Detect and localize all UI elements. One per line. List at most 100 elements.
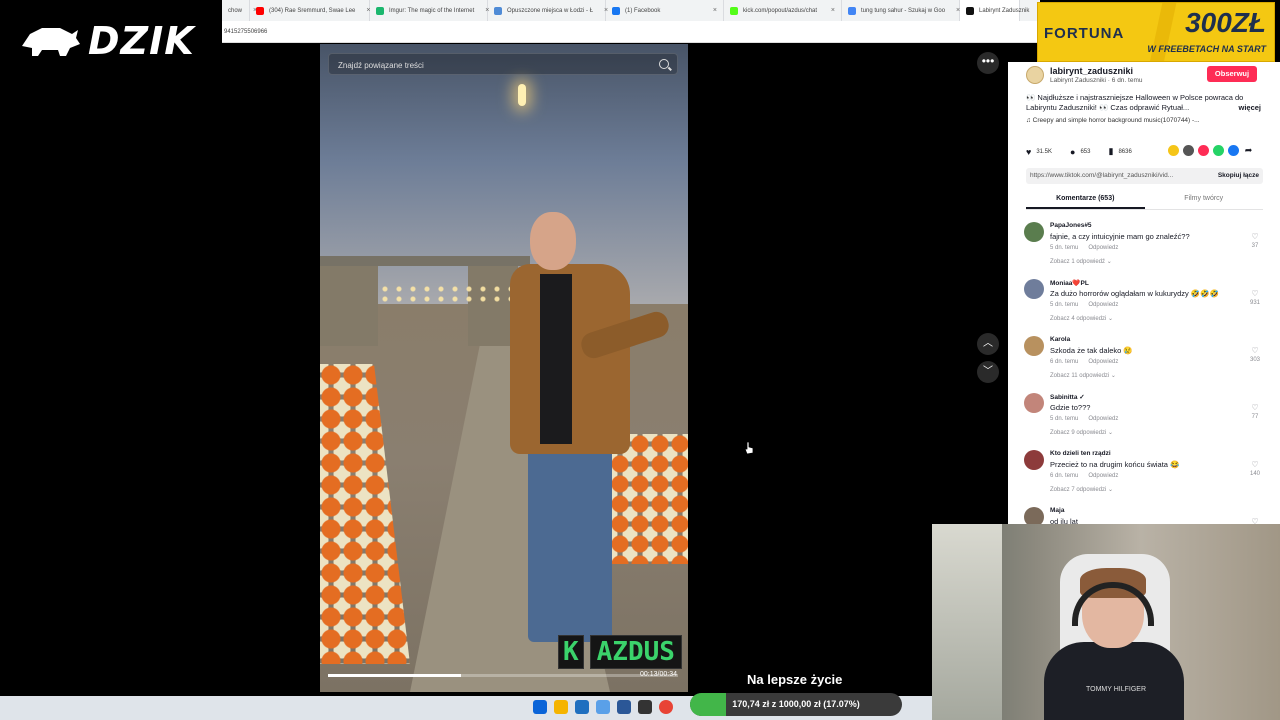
fortuna-ad-banner[interactable]: FORTUNA 300ZŁ W FREEBETACH NA START bbox=[1037, 2, 1275, 62]
comment-author[interactable]: Sabinitta ✓ bbox=[1050, 393, 1085, 401]
search-icon[interactable] bbox=[659, 59, 669, 69]
author-username[interactable]: labirynt_zaduszniki bbox=[1050, 66, 1143, 76]
comment-avatar[interactable] bbox=[1024, 336, 1044, 356]
comments-stat[interactable]: ● 653 bbox=[1070, 147, 1090, 157]
reply-button[interactable]: Odpowiedz bbox=[1088, 416, 1118, 422]
view-replies-link[interactable]: Zobacz 9 odpowiedzi ⌄ bbox=[1050, 429, 1113, 436]
comment-text: Przecież to na drugim końcu świata 😂 bbox=[1050, 460, 1180, 469]
tab-close-icon[interactable]: × bbox=[707, 7, 717, 14]
tab-creator-videos[interactable]: Filmy twórcy bbox=[1145, 192, 1264, 209]
video-progress-bar[interactable] bbox=[328, 674, 678, 677]
view-replies-link[interactable]: Zobacz 11 odpowiedzi ⌄ bbox=[1050, 372, 1116, 379]
reply-button[interactable]: Odpowiedz bbox=[1088, 473, 1118, 479]
share-arrow-icon[interactable]: ➦ bbox=[1243, 145, 1254, 156]
browser-tab[interactable]: tung tung sahur - Szukaj w Goo × bbox=[842, 0, 960, 21]
tab-comments[interactable]: Komentarze (653) bbox=[1026, 192, 1145, 209]
comment-avatar[interactable] bbox=[1024, 450, 1044, 470]
comment-author[interactable]: Moniaa❤️PL bbox=[1050, 279, 1089, 287]
tab-favicon-icon bbox=[376, 6, 384, 15]
browser-tab[interactable]: Opuszczone miejsca w Łodzi - Ł × bbox=[488, 0, 608, 21]
next-video-button[interactable]: ﹀ bbox=[977, 361, 999, 383]
facebook-share-icon[interactable] bbox=[1228, 145, 1239, 156]
view-replies-link[interactable]: Zobacz 7 odpowiedzi ⌄ bbox=[1050, 486, 1113, 493]
reply-button[interactable]: Odpowiedz bbox=[1088, 302, 1118, 308]
outlook-icon[interactable] bbox=[575, 700, 589, 714]
address-bar[interactable]: 9415275506966 bbox=[222, 21, 1040, 43]
comment-like-heart-icon[interactable]: ♡ bbox=[1248, 517, 1262, 524]
comment-author[interactable]: Karola bbox=[1050, 336, 1070, 343]
file-explorer-icon[interactable] bbox=[554, 700, 568, 714]
send-share-icon[interactable] bbox=[1198, 145, 1209, 156]
app-icon-2[interactable] bbox=[617, 700, 631, 714]
browser-tab[interactable]: (304) Rae Sremmurd, Swae Lee × bbox=[250, 0, 370, 21]
comment-like-heart-icon[interactable]: ♡ bbox=[1248, 289, 1262, 298]
view-replies-link[interactable]: Zobacz 4 odpowiedzi ⌄ bbox=[1050, 315, 1113, 322]
reply-button[interactable]: Odpowiedz bbox=[1088, 359, 1118, 365]
channel-name: AZDUS bbox=[589, 635, 682, 669]
comment-like-heart-icon[interactable]: ♡ bbox=[1248, 232, 1262, 241]
previous-video-button[interactable]: ︿ bbox=[977, 333, 999, 355]
comment-icon: ● bbox=[1070, 146, 1076, 157]
likes-stat[interactable]: ♥ 31.5K bbox=[1026, 147, 1052, 157]
gate-post-left bbox=[320, 256, 378, 346]
embed-share-icon[interactable] bbox=[1183, 145, 1194, 156]
comment-item: Moniaa❤️PL Za dużo horrorów oglądałam w k… bbox=[1024, 279, 1264, 336]
video-player[interactable] bbox=[320, 44, 688, 692]
browser-tab[interactable]: (1) Facebook × bbox=[606, 0, 724, 21]
author-block[interactable]: labirynt_zaduszniki Labirynt Zaduszniki … bbox=[1026, 66, 1143, 84]
view-replies-link[interactable]: Zobacz 1 odpowiedź ⌄ bbox=[1050, 258, 1112, 265]
comment-text: Szkoda że tak daleko 😢 bbox=[1050, 346, 1133, 355]
comment-avatar[interactable] bbox=[1024, 222, 1044, 242]
comment-meta: 5 dn. temu Odpowiedz bbox=[1050, 416, 1118, 422]
tab-close-icon[interactable]: × bbox=[360, 7, 370, 14]
follow-button[interactable]: Obserwuj bbox=[1207, 66, 1257, 82]
saves-stat[interactable]: ▮ 8636 bbox=[1108, 146, 1131, 157]
comment-meta: 6 dn. temu Odpowiedz bbox=[1050, 359, 1118, 365]
comment-author[interactable]: Maja bbox=[1050, 507, 1064, 514]
copy-link-box: https://www.tiktok.com/@labirynt_zaduszn… bbox=[1026, 168, 1263, 184]
tab-favicon-icon bbox=[848, 6, 856, 15]
comment-like-count: 303 bbox=[1249, 357, 1260, 363]
reply-button[interactable]: Odpowiedz bbox=[1088, 245, 1118, 251]
tab-label: (1) Facebook bbox=[625, 7, 661, 14]
comment-avatar[interactable] bbox=[1024, 393, 1044, 413]
author-avatar[interactable] bbox=[1026, 66, 1044, 84]
tab-label: Opuszczone miejsca w Łodzi - Ł bbox=[507, 7, 594, 14]
comment-time: 5 dn. temu bbox=[1050, 245, 1079, 251]
comment-like-heart-icon[interactable]: ♡ bbox=[1248, 403, 1262, 412]
channel-name-overlay: K AZDUS bbox=[558, 635, 682, 669]
post-description-text: 👀 Najdłuższe i najstraszniejsze Hallowee… bbox=[1026, 93, 1244, 112]
browser-tab[interactable]: chow× bbox=[222, 0, 257, 21]
comment-like-heart-icon[interactable]: ♡ bbox=[1248, 346, 1262, 355]
comment-meta: 5 dn. temu Odpowiedz bbox=[1050, 302, 1118, 308]
chrome-icon[interactable] bbox=[659, 700, 673, 714]
logo-text: DZIK bbox=[88, 19, 195, 63]
search-placeholder: Znajdź powiązane treści bbox=[338, 61, 424, 70]
coin-share-icon[interactable] bbox=[1168, 145, 1179, 156]
browser-tab[interactable]: Labirynt Zadusznik× bbox=[960, 0, 1029, 21]
comment-author[interactable]: Kto dzieli ten rządzi bbox=[1050, 450, 1111, 457]
windows-start-icon[interactable] bbox=[533, 700, 547, 714]
tab-label: chow bbox=[228, 7, 243, 14]
browser-tab[interactable]: Imgur: The magic of the Internet × bbox=[370, 0, 489, 21]
share-icons: ➦ bbox=[1168, 145, 1254, 156]
more-link[interactable]: więcej bbox=[1238, 103, 1261, 113]
dzik-logo: DZIK bbox=[0, 0, 222, 82]
app-icon-3[interactable] bbox=[638, 700, 652, 714]
tab-favicon-icon bbox=[966, 6, 974, 15]
tab-close-icon[interactable]: × bbox=[825, 7, 835, 14]
music-track[interactable]: ♫ Creepy and simple horror background mu… bbox=[1026, 117, 1200, 124]
copy-link-button[interactable]: Skopiuj łącze bbox=[1218, 172, 1259, 180]
ad-amount: 300ZŁ bbox=[1185, 7, 1266, 38]
comment-author[interactable]: PapaJones#5 bbox=[1050, 222, 1092, 229]
tab-close-icon[interactable]: × bbox=[950, 7, 960, 14]
comment-like-heart-icon[interactable]: ♡ bbox=[1248, 460, 1262, 469]
app-icon[interactable] bbox=[596, 700, 610, 714]
browser-tab[interactable]: kick.com/popout/azdus/chat × bbox=[724, 0, 842, 21]
whatsapp-share-icon[interactable] bbox=[1213, 145, 1224, 156]
comment-avatar[interactable] bbox=[1024, 279, 1044, 299]
comment-avatar[interactable] bbox=[1024, 507, 1044, 524]
more-options-button[interactable]: ••• bbox=[977, 52, 999, 74]
tab-label: Imgur: The magic of the Internet bbox=[389, 7, 475, 14]
related-search-input[interactable]: Znajdź powiązane treści bbox=[328, 53, 678, 75]
